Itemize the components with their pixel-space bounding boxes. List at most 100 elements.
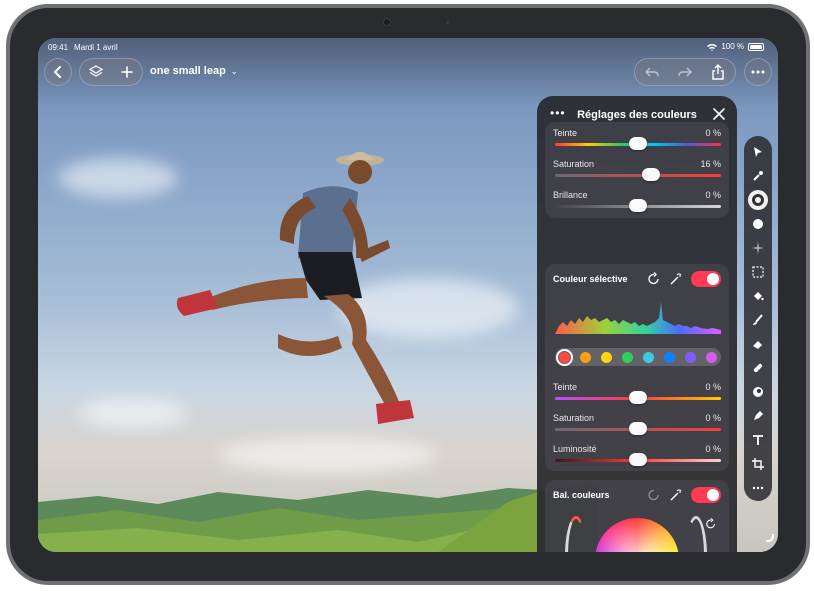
- status-time: 09:41: [48, 43, 69, 52]
- chevron-left-icon: [53, 66, 61, 78]
- history-share-group: [634, 58, 736, 86]
- plus-icon[interactable]: [121, 66, 133, 78]
- selective-hue-row: Teinte 0 %: [545, 376, 729, 407]
- selective-luminosity-slider-thumb[interactable]: [629, 453, 647, 466]
- selective-color-header: Couleur sélective: [545, 264, 729, 294]
- selective-saturation-label: Saturation: [553, 413, 595, 423]
- ellipsis-icon: [752, 486, 764, 490]
- hue-row: Teinte 0 %: [545, 122, 729, 153]
- bandage-icon: [753, 363, 763, 373]
- color-balance-wheel[interactable]: [595, 518, 679, 552]
- brightness-value: 0 %: [705, 190, 721, 200]
- hue-slider-thumb[interactable]: [629, 137, 647, 150]
- reset-wheel-icon[interactable]: [705, 518, 717, 530]
- tool-rail: [744, 136, 772, 501]
- saturation-track: [555, 174, 721, 177]
- selective-saturation-slider-thumb[interactable]: [629, 422, 647, 435]
- reset-icon[interactable]: [647, 272, 661, 286]
- selective-luminosity-label: Luminosité: [553, 444, 597, 454]
- smart-select-tool[interactable]: [748, 166, 768, 186]
- layers-add-group: [79, 58, 143, 86]
- selective-luminosity-row: Luminosité 0 %: [545, 438, 729, 469]
- clone-tool[interactable]: [748, 382, 768, 402]
- effects-tool[interactable]: [748, 238, 768, 258]
- selective-saturation-value: 0 %: [705, 413, 721, 423]
- reset-icon[interactable]: [647, 488, 661, 502]
- healing-tool[interactable]: [748, 358, 768, 378]
- marquee-icon: [752, 266, 764, 278]
- stamp-icon: [753, 387, 763, 397]
- highlights-arc[interactable]: [685, 516, 707, 552]
- color-histogram: [555, 302, 721, 334]
- status-bar: 09:41 Mardi 1 avril: [48, 43, 118, 52]
- color-swatch[interactable]: [685, 351, 696, 363]
- document-title[interactable]: one small leap ⌄: [150, 65, 238, 77]
- pen-tool[interactable]: [748, 406, 768, 426]
- circle-icon: [753, 219, 763, 229]
- crop-icon: [752, 458, 764, 470]
- wifi-icon: [707, 43, 718, 51]
- more-button[interactable]: [744, 58, 772, 86]
- shadows-arc[interactable]: [565, 516, 587, 552]
- arrow-cursor-icon: [754, 147, 762, 157]
- more-tools[interactable]: [748, 478, 768, 498]
- brightness-row: Brillance 0 %: [545, 184, 729, 215]
- fill-tool[interactable]: [748, 286, 768, 306]
- close-icon[interactable]: [713, 108, 725, 120]
- panel-options-icon[interactable]: •••: [550, 106, 566, 120]
- text-tool[interactable]: [748, 430, 768, 450]
- wand-select-icon: [753, 171, 763, 181]
- selective-saturation-row: Saturation 0 %: [545, 407, 729, 438]
- color-swatch[interactable]: [664, 351, 675, 363]
- saturation-label: Saturation: [553, 159, 595, 169]
- color-balance-toggle[interactable]: [691, 487, 721, 503]
- selective-hue-slider-thumb[interactable]: [629, 391, 647, 404]
- marquee-tool[interactable]: [748, 262, 768, 282]
- color-adjustments-panel: ••• Réglages des couleurs Teinte 0 % Satu…: [537, 96, 737, 552]
- status-right: 100 %: [707, 42, 764, 51]
- magic-wand-icon[interactable]: [669, 488, 683, 502]
- paint-bucket-icon: [754, 292, 764, 301]
- selective-color-toggle[interactable]: [691, 271, 721, 287]
- share-icon[interactable]: [711, 64, 725, 80]
- hue-label: Teinte: [553, 128, 578, 138]
- color-swatch[interactable]: [706, 351, 717, 363]
- undo-icon[interactable]: [644, 66, 659, 78]
- screen: 09:41 Mardi 1 avril 100 % one small leap…: [38, 38, 778, 552]
- color-balance-header: Bal. couleurs: [545, 480, 729, 510]
- ellipsis-icon: [751, 70, 765, 74]
- shape-tool[interactable]: [748, 214, 768, 234]
- color-swatch[interactable]: [556, 348, 573, 366]
- magic-wand-icon[interactable]: [669, 272, 683, 286]
- brush-tool[interactable]: [748, 310, 768, 330]
- back-button[interactable]: [44, 58, 72, 86]
- selective-color-card: Couleur sélective Teinte 0 % Saturation …: [545, 264, 729, 471]
- hue-value: 0 %: [705, 128, 721, 138]
- brightness-slider-thumb[interactable]: [629, 199, 647, 212]
- eraser-tool[interactable]: [748, 334, 768, 354]
- crop-tool[interactable]: [748, 454, 768, 474]
- layers-icon[interactable]: [89, 65, 103, 79]
- color-swatch[interactable]: [643, 351, 654, 363]
- redo-icon[interactable]: [678, 66, 692, 78]
- color-swatch[interactable]: [622, 351, 633, 363]
- eraser-icon: [753, 341, 762, 349]
- color-wheel-icon: [752, 194, 764, 206]
- saturation-slider-thumb[interactable]: [642, 168, 661, 181]
- color-swatch[interactable]: [601, 351, 612, 363]
- selective-hue-label: Teinte: [553, 382, 578, 392]
- chevron-down-icon: ⌄: [230, 66, 238, 76]
- brightness-label: Brillance: [553, 190, 588, 200]
- select-tool[interactable]: [748, 142, 768, 162]
- brush-icon: [753, 314, 763, 325]
- front-camera: [383, 18, 391, 26]
- status-date: Mardi 1 avril: [74, 43, 118, 52]
- selective-luminosity-value: 0 %: [705, 444, 721, 454]
- saturation-value: 16 %: [700, 159, 721, 169]
- selective-color-title: Couleur sélective: [553, 274, 628, 284]
- color-adjust-tool[interactable]: [748, 190, 768, 210]
- color-balance-title: Bal. couleurs: [553, 490, 610, 500]
- ambient-sensor: [446, 21, 449, 24]
- color-swatch[interactable]: [580, 351, 591, 363]
- battery-percent: 100 %: [721, 42, 744, 51]
